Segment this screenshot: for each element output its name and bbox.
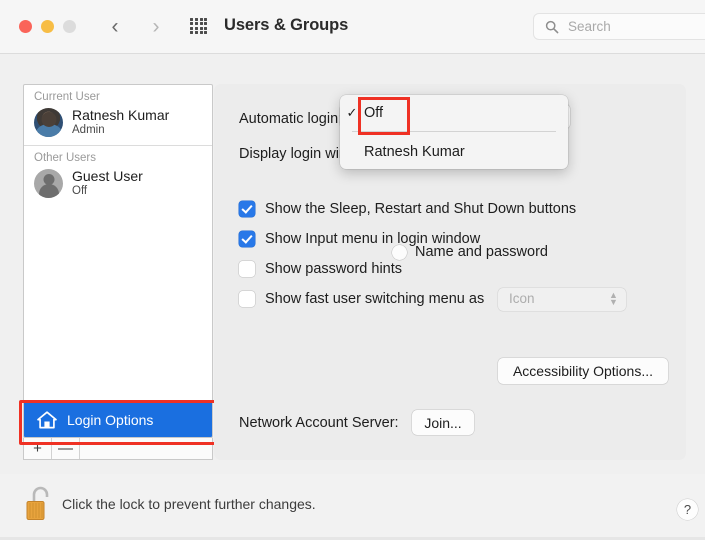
zoom-button[interactable] bbox=[63, 20, 76, 33]
avatar bbox=[34, 168, 63, 198]
sidebar-item-login-options[interactable]: Login Options bbox=[24, 403, 212, 437]
page-title: Users & Groups bbox=[224, 16, 349, 34]
remove-user-button[interactable]: — bbox=[52, 438, 80, 459]
checkbox-label: Show fast user switching menu as bbox=[265, 291, 485, 307]
user-name: Guest User bbox=[72, 168, 143, 184]
users-sidebar: Current User Ratnesh Kumar Admin Other U… bbox=[23, 84, 213, 438]
sidebar-item-ratnesh-kumar[interactable]: Ratnesh Kumar Admin bbox=[24, 105, 212, 145]
avatar bbox=[34, 107, 63, 137]
user-name: Ratnesh Kumar bbox=[72, 107, 170, 123]
menu-item-ratnesh-kumar[interactable]: Ratnesh Kumar bbox=[340, 139, 568, 165]
window-titlebar: ‹ › Users & Groups Search bbox=[0, 0, 705, 54]
user-role: Admin bbox=[72, 124, 105, 136]
lock-bar: Click the lock to prevent further change… bbox=[0, 474, 705, 540]
search-placeholder: Search bbox=[568, 19, 611, 34]
back-chevron-icon[interactable]: ‹ bbox=[104, 14, 126, 40]
add-remove-filler bbox=[80, 438, 212, 459]
sidebar-item-label: Login Options bbox=[67, 412, 154, 428]
chevron-updown-icon: ▲ ▼ bbox=[609, 290, 618, 307]
search-icon bbox=[545, 20, 559, 34]
unlocked-padlock-icon[interactable] bbox=[25, 483, 55, 523]
automatic-login-dropdown-menu: ✓ Off Ratnesh Kumar bbox=[340, 95, 568, 169]
network-account-server-label: Network Account Server: bbox=[239, 415, 399, 431]
checkbox-label: Show the Sleep, Restart and Shut Down bu… bbox=[265, 201, 577, 217]
checkbox-row-sleep-restart-shutdown[interactable]: Show the Sleep, Restart and Shut Down bu… bbox=[239, 201, 576, 217]
show-all-grid-icon[interactable] bbox=[190, 18, 208, 34]
checkbox-icon[interactable] bbox=[239, 291, 255, 307]
login-options-pane: Automatic login: Display login window as… bbox=[214, 84, 686, 460]
minimize-button[interactable] bbox=[41, 20, 54, 33]
automatic-login-label: Automatic login: bbox=[239, 111, 343, 127]
fast-user-switching-value: Icon bbox=[509, 291, 535, 306]
checkbox-label: Show Input menu in login window bbox=[265, 231, 481, 247]
house-icon bbox=[37, 411, 57, 429]
system-preferences-window: ‹ › Users & Groups Search Current User R… bbox=[0, 0, 705, 540]
menu-item-label: Ratnesh Kumar bbox=[364, 144, 465, 160]
checkbox-icon[interactable] bbox=[239, 261, 255, 277]
checkbox-icon[interactable] bbox=[239, 201, 255, 217]
menu-separator bbox=[352, 131, 556, 132]
add-user-button[interactable]: + bbox=[24, 438, 52, 459]
close-button[interactable] bbox=[19, 20, 32, 33]
menu-item-label: Off bbox=[364, 105, 384, 121]
checkbox-icon[interactable] bbox=[239, 231, 255, 247]
user-status: Off bbox=[72, 185, 88, 197]
sidebar-group-header-other: Other Users bbox=[34, 152, 96, 164]
sidebar-item-guest-user[interactable]: Guest User Off bbox=[24, 166, 212, 206]
checkbox-row-fast-user-switching[interactable]: Show fast user switching menu as bbox=[239, 291, 484, 307]
checkmark-icon: ✓ bbox=[346, 105, 358, 120]
join-button[interactable]: Join... bbox=[412, 410, 474, 435]
sidebar-add-remove-bar: + — bbox=[23, 438, 213, 460]
help-button[interactable]: ? bbox=[677, 499, 698, 520]
lock-message: Click the lock to prevent further change… bbox=[62, 496, 316, 512]
forward-chevron-icon[interactable]: › bbox=[145, 14, 167, 40]
checkbox-row-password-hints[interactable]: Show password hints bbox=[239, 261, 402, 277]
accessibility-options-button[interactable]: Accessibility Options... bbox=[498, 358, 668, 384]
sidebar-group-header-current: Current User bbox=[34, 91, 100, 103]
checkbox-row-input-menu[interactable]: Show Input menu in login window bbox=[239, 231, 480, 247]
fast-user-switching-popup-button[interactable]: Icon ▲ ▼ bbox=[498, 288, 626, 311]
search-field[interactable]: Search bbox=[533, 13, 705, 40]
menu-item-off[interactable]: ✓ Off bbox=[340, 100, 568, 126]
checkbox-label: Show password hints bbox=[265, 261, 403, 277]
